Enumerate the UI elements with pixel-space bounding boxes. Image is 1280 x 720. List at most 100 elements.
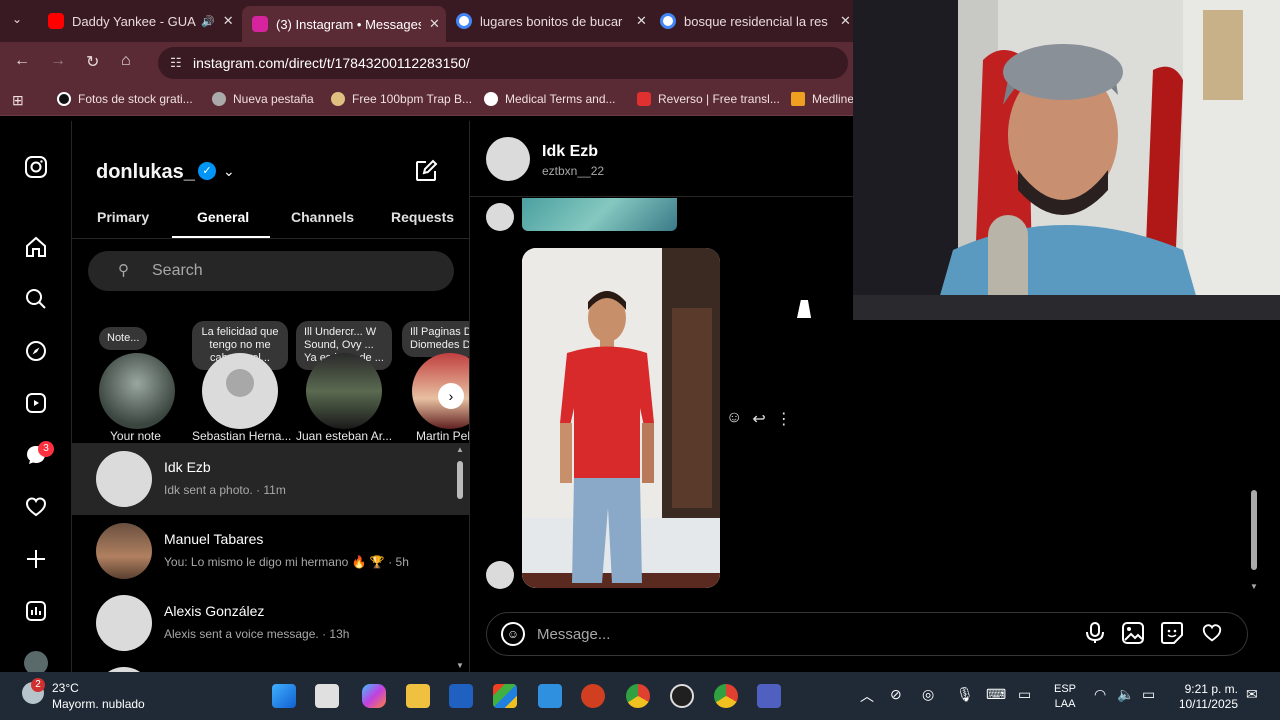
- clock[interactable]: 9:21 p. m. 10/11/2025: [1172, 682, 1238, 712]
- scroll-up-icon[interactable]: ▲: [456, 445, 464, 454]
- conversation-name: Manuel Tabares: [164, 531, 264, 547]
- home-icon[interactable]: ⌂: [121, 52, 131, 70]
- scrollbar-thumb[interactable]: [1251, 490, 1257, 570]
- chrome-profile-icon[interactable]: [714, 684, 738, 708]
- store-icon[interactable]: [493, 684, 517, 708]
- google-icon: [456, 13, 472, 29]
- app-icon[interactable]: [670, 684, 694, 708]
- message-actions: ☺ ↩ ⋮: [726, 409, 792, 429]
- tray-app-icon[interactable]: ▭: [1018, 686, 1031, 703]
- like-heart-icon[interactable]: [1201, 622, 1223, 650]
- sticker-icon[interactable]: [1161, 622, 1183, 650]
- battery-icon[interactable]: ▭: [1142, 686, 1155, 703]
- reverso-icon: [637, 92, 651, 106]
- powerpoint-icon[interactable]: [581, 684, 605, 708]
- notification-center-icon[interactable]: ✉: [1246, 686, 1258, 703]
- reels-icon[interactable]: [24, 391, 48, 415]
- tab-requests[interactable]: Requests: [391, 209, 454, 225]
- tab-channels[interactable]: Channels: [291, 209, 354, 225]
- photo-message[interactable]: [522, 248, 720, 588]
- more-options-icon[interactable]: ⋮: [776, 409, 792, 429]
- bookmark-medical-terms[interactable]: Medical Terms and...: [484, 92, 616, 106]
- close-tab-icon[interactable]: ✕: [636, 13, 647, 29]
- keyboard-icon[interactable]: ⌨: [986, 686, 1006, 703]
- avatar[interactable]: [486, 137, 530, 181]
- compose-message-icon[interactable]: [414, 159, 438, 189]
- start-icon[interactable]: [272, 684, 296, 708]
- bookmark-reverso[interactable]: Reverso | Free transl...: [637, 92, 780, 106]
- instagram-logo-icon[interactable]: [24, 155, 48, 179]
- word-icon[interactable]: [449, 684, 473, 708]
- copilot-icon[interactable]: [362, 684, 386, 708]
- close-tab-icon[interactable]: ✕: [429, 16, 440, 32]
- notifications-heart-icon[interactable]: [24, 495, 48, 519]
- tab-general[interactable]: General: [197, 209, 249, 225]
- tab-instagram-messages[interactable]: (3) Instagram • Messages ✕: [242, 6, 446, 42]
- tray-app-icon[interactable]: ◎: [922, 686, 934, 703]
- tab-bosque-residencial[interactable]: bosque residencial la res ✕: [650, 6, 853, 36]
- chevron-down-icon[interactable]: ⌄: [223, 163, 235, 180]
- conversation-row[interactable]: [72, 659, 469, 672]
- inbox-panel: donlukas_ ✓ ⌄ Primary General Channels R…: [72, 121, 470, 672]
- note-name: Juan esteban Ar...: [296, 429, 393, 443]
- reload-icon[interactable]: ↻: [86, 52, 99, 72]
- avatar: [486, 203, 514, 231]
- explore-icon[interactable]: [24, 339, 48, 363]
- scrollbar-thumb[interactable]: [457, 461, 463, 499]
- notification-badge: 3: [38, 441, 54, 457]
- inbox-scrollbar[interactable]: ▲ ▼: [456, 441, 464, 671]
- create-plus-icon[interactable]: [24, 547, 48, 571]
- site-info-icon[interactable]: ☷: [170, 47, 182, 79]
- image-icon[interactable]: [1122, 622, 1144, 650]
- emoji-icon[interactable]: ☺: [501, 622, 525, 646]
- reply-icon[interactable]: ↩: [752, 409, 765, 429]
- scroll-down-icon[interactable]: ▼: [1250, 582, 1258, 591]
- file-explorer-icon[interactable]: [406, 684, 430, 708]
- message-input[interactable]: ☺ Message...: [486, 612, 1248, 656]
- close-tab-icon[interactable]: ✕: [840, 13, 851, 29]
- volume-icon[interactable]: 🔈: [1117, 686, 1134, 703]
- account-username[interactable]: donlukas_: [96, 161, 195, 184]
- back-icon[interactable]: ←: [14, 52, 30, 70]
- dashboard-icon[interactable]: [24, 599, 48, 623]
- thread-scrollbar[interactable]: ▼: [1248, 320, 1262, 595]
- bookmark-medline[interactable]: Medline: [791, 92, 854, 106]
- url-field[interactable]: ☷ instagram.com/direct/t/178432001122831…: [158, 47, 848, 79]
- task-view-icon[interactable]: [315, 684, 339, 708]
- forward-icon[interactable]: →: [50, 52, 66, 70]
- thread-name[interactable]: Idk Ezb: [542, 143, 598, 161]
- bookmark-trap-beat[interactable]: Free 100bpm Trap B...: [331, 92, 472, 106]
- conversation-row[interactable]: Manuel Tabares You: Lo mismo le digo mi …: [72, 515, 469, 587]
- language-indicator[interactable]: ESP LAA: [1054, 682, 1076, 712]
- tray-app-icon[interactable]: ⊘: [890, 686, 902, 703]
- notes-next-arrow-icon[interactable]: ›: [438, 383, 464, 409]
- chrome-icon[interactable]: [626, 684, 650, 708]
- scroll-down-icon[interactable]: ▼: [456, 661, 464, 670]
- apps-grid-icon[interactable]: ⊞: [12, 92, 24, 109]
- tab-lugares-bonitos[interactable]: lugares bonitos de bucar ✕: [446, 6, 650, 36]
- instagram-app: 3 donlukas_ ✓ ⌄ Primary General Channels…: [0, 121, 853, 672]
- microphone-icon[interactable]: [1085, 622, 1105, 650]
- bookmark-new-tab[interactable]: Nueva pestaña: [212, 92, 314, 106]
- search-icon[interactable]: [24, 287, 48, 311]
- home-icon[interactable]: [24, 235, 48, 259]
- bookmark-stock-photos[interactable]: Fotos de stock grati...: [57, 92, 193, 106]
- avatar: [306, 353, 382, 429]
- conversation-row[interactable]: Idk Ezb Idk sent a photo. · 11m: [72, 443, 469, 515]
- tab-primary[interactable]: Primary: [97, 209, 149, 225]
- verified-badge-icon: ✓: [198, 162, 216, 180]
- wifi-icon[interactable]: ◠: [1094, 686, 1106, 703]
- tab-daddy-yankee[interactable]: Daddy Yankee - GUA 🔊 ✕: [38, 6, 242, 36]
- profile-avatar[interactable]: [24, 651, 48, 672]
- tab-search-chevron-icon[interactable]: ⌄: [12, 12, 22, 26]
- globe-icon: [212, 92, 226, 106]
- conversation-row[interactable]: Alexis González Alexis sent a voice mess…: [72, 587, 469, 659]
- tray-mic-icon[interactable]: 🎙: [956, 686, 974, 703]
- calendar-icon[interactable]: [538, 684, 562, 708]
- search-input[interactable]: ⚲ Search: [88, 251, 454, 291]
- tray-overflow-icon[interactable]: ︿: [860, 686, 874, 706]
- photo-message[interactable]: [522, 198, 677, 231]
- close-tab-icon[interactable]: ✕: [223, 13, 234, 29]
- teams-icon[interactable]: [757, 684, 781, 708]
- react-emoji-icon[interactable]: ☺: [726, 409, 742, 429]
